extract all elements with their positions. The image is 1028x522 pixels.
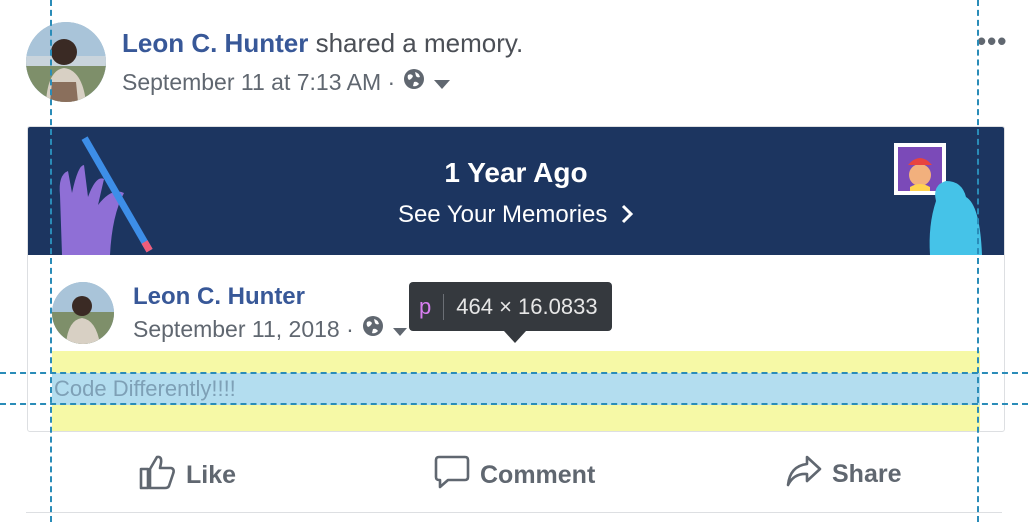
shared-post-avatar[interactable] (52, 282, 114, 344)
tooltip-divider (443, 293, 445, 320)
post-bottom-divider (26, 512, 1002, 513)
comment-label: Comment (480, 461, 596, 489)
post-meta: September 11 at 7:13 AM · (122, 68, 451, 96)
tooltip-arrow (504, 331, 526, 343)
see-memories-label: See Your Memories (397, 201, 608, 228)
globe-icon[interactable] (362, 315, 384, 343)
element-inspector-tooltip: p 464 × 16.0833 (409, 282, 612, 331)
author-avatar[interactable] (26, 22, 106, 102)
shared-post-date[interactable]: September 11, 2018 · (133, 316, 354, 343)
share-arrow-icon (786, 454, 822, 495)
more-options-button[interactable]: ••• (977, 26, 1007, 57)
caret-down-icon[interactable] (433, 69, 451, 96)
like-label: Like (186, 461, 237, 489)
globe-icon[interactable] (403, 68, 425, 96)
guide-line-bottom (0, 403, 1028, 405)
post-action-text: shared a memory. (315, 28, 524, 58)
guide-line-right (977, 0, 979, 522)
shared-post-meta: September 11, 2018 · (133, 315, 408, 343)
post-title: Leon C. Hunter shared a memory. (122, 28, 523, 59)
memory-card: 1 Year Ago See Your Memories Leon C. Hun… (27, 126, 1005, 432)
tooltip-dimensions: 464 × 16.0833 (456, 293, 598, 319)
guide-line-left (50, 0, 52, 522)
chevron-right-icon (614, 201, 634, 228)
like-button[interactable]: Like (138, 454, 236, 497)
comment-button[interactable]: Comment (434, 454, 595, 497)
hand-pencil-illustration (59, 136, 153, 255)
memory-banner-title: 1 Year Ago (444, 157, 588, 188)
memory-banner[interactable]: 1 Year Ago See Your Memories (28, 127, 1004, 255)
caret-down-icon[interactable] (392, 316, 408, 343)
see-memories-link[interactable]: See Your Memories (28, 201, 1004, 229)
comment-bubble-icon (434, 454, 470, 497)
post-timestamp[interactable]: September 11 at 7:13 AM · (122, 69, 395, 96)
shared-post-author-link[interactable]: Leon C. Hunter (133, 283, 305, 311)
share-label: Share (832, 460, 902, 488)
post-action-bar: Like Comment Share (0, 438, 1028, 508)
thumbs-up-icon (138, 454, 176, 497)
author-name-link[interactable]: Leon C. Hunter (122, 28, 308, 58)
shared-post-text: Code Differently!!!! (54, 376, 236, 401)
guide-line-top (0, 372, 1028, 374)
share-button[interactable]: Share (786, 454, 901, 495)
tooltip-tag: p (419, 293, 432, 319)
